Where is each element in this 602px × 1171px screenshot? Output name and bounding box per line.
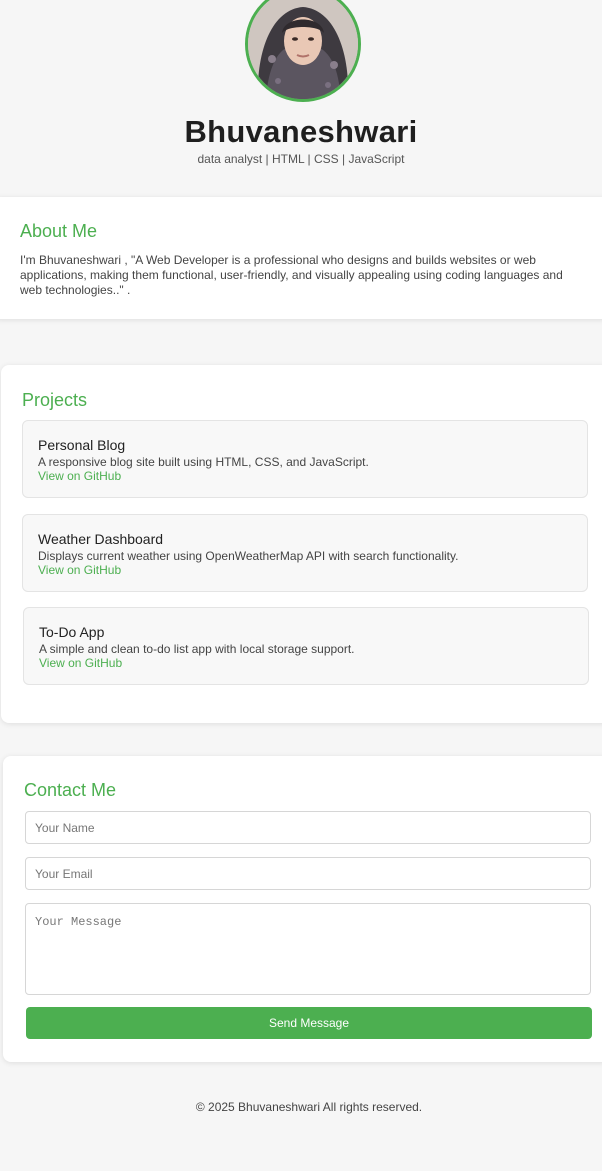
profile-avatar [245, 0, 361, 102]
project-description: A responsive blog site built using HTML,… [38, 455, 369, 469]
projects-title: Projects [22, 390, 88, 410]
email-input[interactable] [25, 857, 591, 890]
name-input[interactable] [25, 811, 591, 844]
contact-title: Contact Me [24, 780, 117, 800]
project-title: Personal Blog [38, 437, 126, 453]
project-github-link[interactable]: View on GitHub [38, 469, 121, 483]
project-card: To-Do App A simple and clean to-do list … [23, 607, 589, 685]
profile-header: Bhuvaneshwari data analyst | HTML | CSS … [0, 0, 602, 185]
message-textarea[interactable] [25, 903, 591, 995]
profile-tagline: data analyst | HTML | CSS | JavaScript [197, 152, 405, 166]
page-footer: © 2025 Bhuvaneshwari All rights reserved… [195, 1100, 423, 1114]
portfolio-page: Bhuvaneshwari data analyst | HTML | CSS … [0, 0, 602, 1171]
projects-section: Projects Personal Blog A responsive blog… [1, 365, 602, 723]
about-section: About Me I'm Bhuvaneshwari , "A Web Deve… [0, 197, 602, 319]
about-title: About Me [20, 221, 98, 241]
profile-photo [248, 0, 358, 99]
project-github-link[interactable]: View on GitHub [38, 563, 121, 577]
project-card: Weather Dashboard Displays current weath… [22, 514, 588, 592]
send-message-button[interactable]: Send Message [26, 1007, 592, 1039]
contact-section: Contact Me Send Message [3, 756, 602, 1062]
profile-name: Bhuvaneshwari [184, 114, 418, 149]
about-text: I'm Bhuvaneshwari , "A Web Developer is … [20, 253, 563, 297]
project-title: To-Do App [39, 624, 105, 640]
project-description: A simple and clean to-do list app with l… [39, 642, 355, 656]
project-github-link[interactable]: View on GitHub [39, 656, 122, 670]
project-title: Weather Dashboard [38, 531, 164, 547]
project-card: Personal Blog A responsive blog site bui… [22, 420, 588, 498]
project-description: Displays current weather using OpenWeath… [38, 549, 459, 563]
